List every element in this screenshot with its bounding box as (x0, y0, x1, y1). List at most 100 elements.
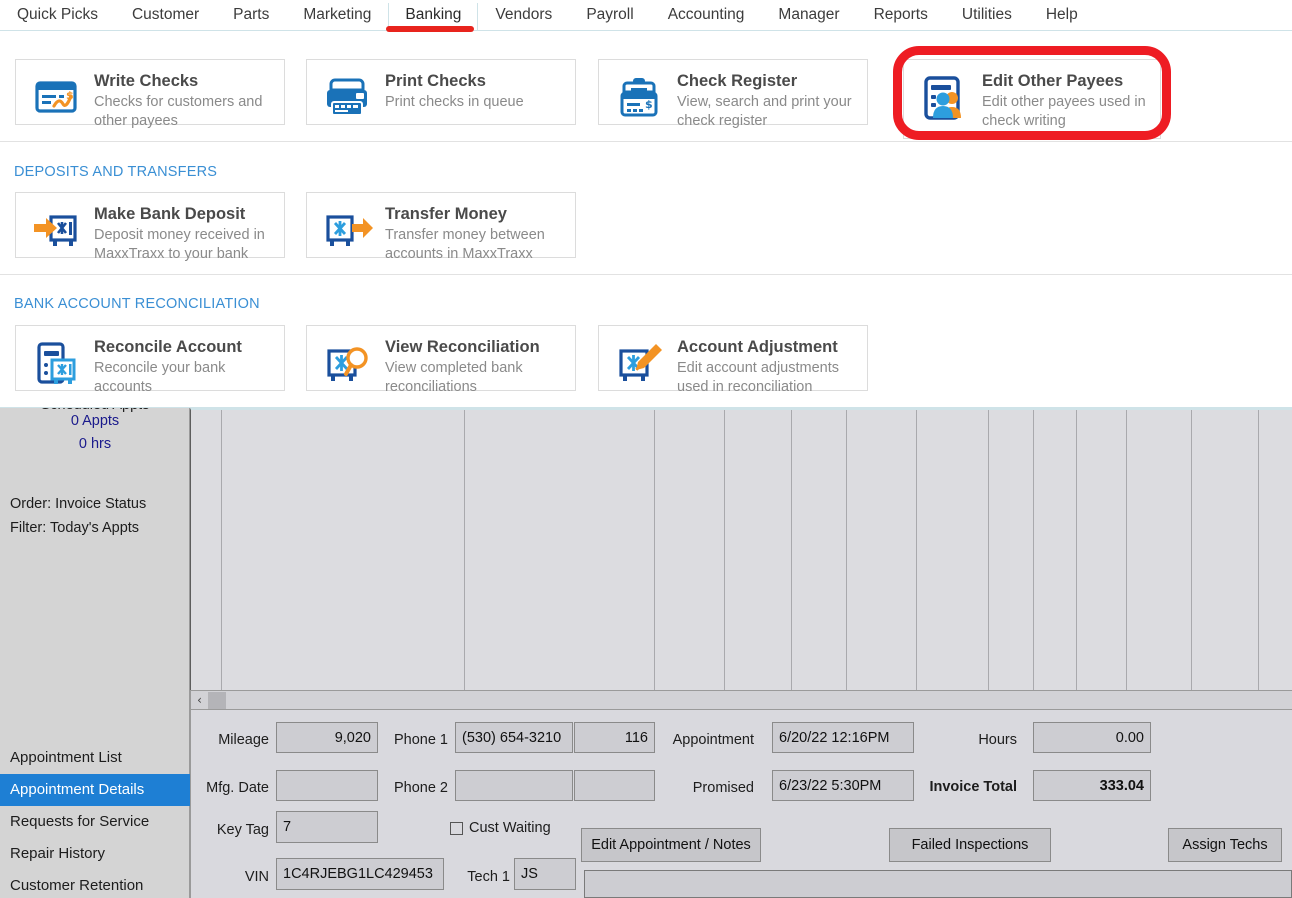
card-subtitle: Checks for customers and other payees (94, 94, 263, 129)
check-document-icon: $ (28, 74, 84, 120)
promised-label: Promised (692, 780, 754, 796)
vin-field[interactable]: 1C4RJEBG1LC429453 (276, 858, 444, 890)
section-heading-bank-account-reconciliation: BANK ACCOUNT RECONCILIATION (14, 296, 260, 312)
card-title: Transfer Money (385, 205, 507, 223)
menu-item-reports[interactable]: Reports (857, 0, 945, 31)
card-title: View Reconciliation (385, 338, 540, 356)
menu-item-accounting[interactable]: Accounting (651, 0, 762, 31)
phone2-field[interactable] (455, 770, 573, 801)
grid-column-divider (791, 410, 792, 690)
section-heading-deposits-and-transfers: DEPOSITS AND TRANSFERS (14, 164, 218, 180)
failed-inspections-button[interactable]: Failed Inspections (889, 828, 1051, 862)
card-title: Edit Other Payees (982, 72, 1124, 90)
phone1-field[interactable]: (530) 654-3210 (455, 722, 573, 753)
card-title: Write Checks (94, 72, 199, 90)
card-subtitle: View, search and print your check regist… (677, 94, 852, 129)
card-title: Reconcile Account (94, 338, 242, 356)
clipboard-check-icon: $ (611, 74, 667, 120)
magnifier-vault-icon (319, 340, 375, 386)
invoice-total-label: Invoice Total (929, 779, 1017, 795)
menu-item-vendors[interactable]: Vendors (478, 0, 569, 31)
menu-item-payroll[interactable]: Payroll (569, 0, 650, 31)
card-title: Account Adjustment (677, 338, 838, 356)
key-tag-field[interactable]: 7 (276, 811, 378, 843)
tech1-label: Tech 1 (467, 869, 510, 885)
transfer-arrow-icon (319, 207, 375, 253)
card-account-adjustment[interactable]: Account Adjustment Edit account adjustme… (598, 325, 868, 395)
vin-label: VIN (244, 869, 269, 885)
card-subtitle: Edit account adjustments used in reconci… (677, 360, 840, 395)
card-title: Make Bank Deposit (94, 205, 246, 223)
card-view-reconciliation[interactable]: View Reconciliation View completed bank … (306, 325, 576, 395)
card-title: Print Checks (385, 72, 486, 90)
menu-item-marketing[interactable]: Marketing (286, 0, 388, 31)
card-check-register[interactable]: $ Check Register View, search and print … (598, 59, 868, 129)
card-subtitle: Print checks in queue (385, 94, 524, 110)
grid-column-divider (464, 410, 465, 690)
mfg-date-field[interactable] (276, 770, 378, 801)
menu-item-help[interactable]: Help (1029, 0, 1095, 31)
grid-column-divider (916, 410, 917, 690)
menu-item-utilities[interactable]: Utilities (945, 0, 1029, 31)
scroll-left-arrow-icon[interactable]: ‹ (191, 691, 208, 709)
payee-people-icon (916, 74, 972, 120)
scrollbar-thumb[interactable] (208, 691, 226, 709)
sidebar-item-appointment-details[interactable]: Appointment Details (0, 774, 190, 806)
sidebar-item-repair-history[interactable]: Repair History (0, 838, 190, 870)
grid-column-divider (221, 410, 222, 690)
order-label: Order: Invoice Status (10, 496, 147, 512)
card-print-checks[interactable]: Print Checks Print checks in queue (306, 59, 576, 125)
grid-column-divider (1076, 410, 1077, 690)
appointment-notes-area[interactable] (584, 870, 1292, 898)
card-subtitle: Edit other payees used in check writing (982, 94, 1146, 129)
application-window: Scheduled Appts 0 Appts 0 hrs Order: Inv… (0, 0, 1292, 898)
card-make-bank-deposit[interactable]: Make Bank Deposit Deposit money received… (15, 192, 285, 262)
card-write-checks[interactable]: $ Write Checks Checks for customers and … (15, 59, 285, 129)
sidebar-item-customer-retention[interactable]: Customer Retention (0, 870, 190, 898)
grid-column-divider (654, 410, 655, 690)
menu-item-quick-picks[interactable]: Quick Picks (0, 0, 115, 31)
tech1-field[interactable]: JS (514, 858, 576, 890)
menu-item-customer[interactable]: Customer (115, 0, 216, 31)
menu-item-parts[interactable]: Parts (216, 0, 286, 31)
reconcile-ledger-icon (28, 340, 84, 386)
card-subtitle: Transfer money between accounts in MaxxT… (385, 227, 545, 262)
card-edit-other-payees[interactable]: Edit Other Payees Edit other payees used… (903, 59, 1161, 139)
assign-techs-button[interactable]: Assign Techs (1168, 828, 1282, 862)
phone1-label: Phone 1 (393, 732, 448, 748)
phone2-extension-field[interactable] (574, 770, 655, 801)
panel-divider (0, 141, 1292, 142)
sidebar-item-requests-for-service[interactable]: Requests for Service (0, 806, 190, 838)
sidebar-meta: Order: Invoice Status Filter: Today's Ap… (0, 492, 190, 540)
edit-appointment-notes-button[interactable]: Edit Appointment / Notes (581, 828, 761, 862)
grid-horizontal-scrollbar[interactable]: ‹ (190, 690, 1292, 710)
hours-field[interactable]: 0.00 (1033, 722, 1151, 753)
grid-column-divider (846, 410, 847, 690)
phone1-extension-field[interactable]: 116 (574, 722, 655, 753)
grid-column-divider (724, 410, 725, 690)
sidebar-item-appointment-list[interactable]: Appointment List (0, 742, 190, 774)
key-tag-label: Key Tag (216, 822, 269, 838)
card-subtitle: View completed bank reconciliations (385, 360, 523, 395)
invoice-total-field[interactable]: 333.04 (1033, 770, 1151, 801)
main-menu-bar: Quick Picks Customer Parts Marketing Ban… (0, 0, 1292, 31)
appointment-field[interactable]: 6/20/22 12:16PM (772, 722, 914, 753)
printer-check-icon (319, 74, 375, 120)
grid-column-divider (1126, 410, 1127, 690)
appts-hours: 0 hrs (78, 436, 112, 452)
menu-item-manager[interactable]: Manager (761, 0, 856, 31)
appointment-label: Appointment (672, 732, 754, 748)
cust-waiting-checkbox[interactable] (450, 821, 463, 835)
appointment-grid[interactable] (190, 408, 1292, 690)
pencil-vault-icon (611, 340, 667, 386)
mileage-field[interactable]: 9,020 (276, 722, 378, 753)
promised-field[interactable]: 6/23/22 5:30PM (772, 770, 914, 801)
filter-label: Filter: Today's Appts (10, 520, 140, 536)
card-transfer-money[interactable]: Transfer Money Transfer money between ac… (306, 192, 576, 262)
grid-column-divider (1191, 410, 1192, 690)
card-reconcile-account[interactable]: Reconcile Account Reconcile your bank ac… (15, 325, 285, 395)
cust-waiting-label: Cust Waiting (469, 820, 551, 836)
cust-waiting-checkbox-row[interactable]: Cust Waiting (450, 820, 551, 836)
deposit-arrow-icon (28, 207, 84, 253)
grid-column-divider (1033, 410, 1034, 690)
